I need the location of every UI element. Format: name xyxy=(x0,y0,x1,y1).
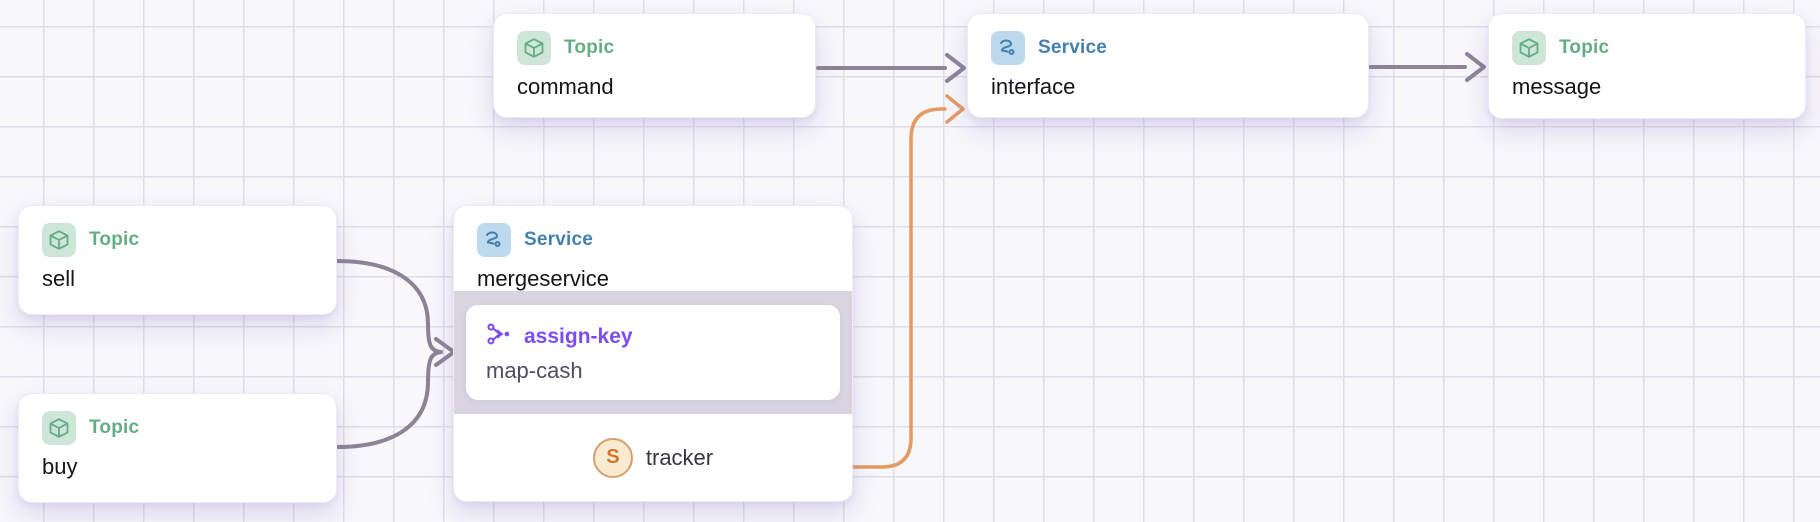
mergeservice-sink-row[interactable]: S tracker xyxy=(454,414,852,501)
node-type-label: Service xyxy=(524,229,594,250)
topic-cube-icon xyxy=(517,31,551,65)
node-name: sell xyxy=(42,266,76,291)
service-route-icon xyxy=(991,31,1025,65)
node-name: command xyxy=(517,74,614,99)
topic-cube-icon xyxy=(42,411,76,445)
node-service-interface[interactable]: Service interface xyxy=(967,13,1369,118)
edge-buy-mergeservice[interactable] xyxy=(335,350,443,449)
node-name: interface xyxy=(991,74,1076,99)
node-type-row: Topic xyxy=(42,411,313,445)
node-topic-command[interactable]: Topic command xyxy=(493,13,816,118)
node-type-row: Topic xyxy=(42,223,313,257)
edge-command-interface-arrowhead xyxy=(945,53,966,83)
function-card-assign-key[interactable]: assign-key map-cash xyxy=(466,305,840,400)
function-type-row: assign-key xyxy=(486,321,820,352)
node-name: buy xyxy=(42,454,78,479)
edge-sell-mergeservice[interactable] xyxy=(335,259,443,354)
sink-badge-icon: S xyxy=(592,437,633,478)
node-service-mergeservice[interactable]: Service mergeservice assign-key map-cash… xyxy=(453,205,853,502)
node-type-label: Topic xyxy=(1559,37,1610,58)
function-name: map-cash xyxy=(486,358,583,383)
node-topic-buy[interactable]: Topic buy xyxy=(18,393,337,503)
assign-key-icon xyxy=(486,321,512,352)
node-type-row: Service xyxy=(477,223,829,257)
function-type-label: assign-key xyxy=(524,324,633,348)
node-type-row: Topic xyxy=(517,31,792,65)
edge-tracker-interface-arrowhead xyxy=(945,94,965,124)
node-name: message xyxy=(1512,74,1602,99)
edge-interface-message-arrowhead xyxy=(1465,52,1486,82)
node-topic-message[interactable]: Topic message xyxy=(1488,13,1806,119)
node-type-label: Service xyxy=(1038,37,1108,58)
topic-cube-icon xyxy=(1512,31,1546,65)
node-type-label: Topic xyxy=(564,37,615,58)
mergeservice-header: Service mergeservice xyxy=(454,206,852,291)
node-type-label: Topic xyxy=(89,417,140,438)
mergeservice-function-band: assign-key map-cash xyxy=(454,291,852,414)
node-topic-sell[interactable]: Topic sell xyxy=(18,205,337,315)
node-type-row: Topic xyxy=(1512,31,1782,65)
service-route-icon xyxy=(477,223,511,257)
node-name: mergeservice xyxy=(477,266,610,291)
edge-tracker-interface[interactable] xyxy=(851,107,947,469)
node-type-row: Service xyxy=(991,31,1345,65)
topic-cube-icon xyxy=(42,223,76,257)
sink-name: tracker xyxy=(645,444,714,470)
node-type-label: Topic xyxy=(89,229,140,250)
